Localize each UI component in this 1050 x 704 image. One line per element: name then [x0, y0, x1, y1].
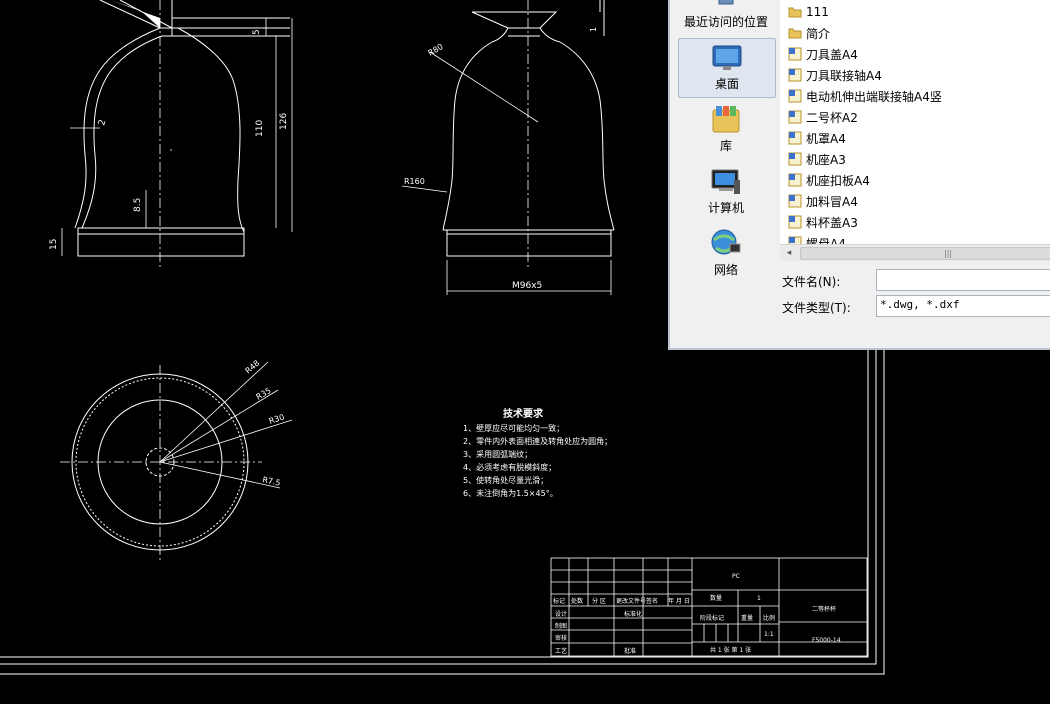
tb-weight: 重量: [741, 614, 753, 622]
tb-rev-h3: 更改文件号: [616, 597, 646, 605]
dwg-file-icon: [788, 68, 802, 82]
network-icon: [711, 229, 741, 255]
dwg-file-icon: [788, 47, 802, 61]
dim-r7-5: R7.5: [262, 475, 282, 488]
tech-item-1: 1、壁厚应尽可能均匀一致；: [463, 423, 564, 433]
computer-icon: [711, 169, 740, 194]
tb-rev-h2: 分 区: [592, 597, 606, 605]
dim-r160: R160: [404, 177, 425, 186]
scroll-left-arrow-icon[interactable]: ◂: [782, 245, 796, 261]
desktop-icon: [712, 45, 742, 70]
file-item[interactable]: 简介: [788, 23, 830, 43]
tb-part-name: 二等杯杯: [812, 605, 836, 613]
tech-item-6: 6、未注倒角为1.5×45°。: [463, 488, 558, 498]
folder-icon: [788, 7, 802, 18]
library-icon: [712, 106, 740, 133]
dwg-file-icon: [788, 236, 802, 244]
outside-view: [442, 0, 615, 257]
file-item[interactable]: 加料冒A4: [788, 191, 858, 211]
tb-qty-value: 1: [757, 595, 761, 602]
horizontal-scrollbar[interactable]: ◂ |||: [780, 244, 1050, 261]
file-item[interactable]: 机座扣板A4: [788, 170, 870, 190]
tb-role-craft: 工艺: [555, 647, 567, 655]
place-desktop[interactable]: 桌面: [678, 38, 776, 98]
dwg-file-icon: [788, 194, 802, 208]
file-item[interactable]: 111: [788, 2, 829, 22]
recent-places-icon: [718, 0, 734, 5]
dim-8-5: 8.5: [133, 198, 143, 212]
dim-110: 110: [255, 120, 265, 137]
tb-drawing-no: F5000-14: [812, 637, 841, 644]
tech-item-5: 5、使转角处尽量光滑；: [463, 475, 548, 485]
filename-input[interactable]: [876, 269, 1050, 291]
place-library[interactable]: 库: [678, 104, 774, 154]
file-item[interactable]: 刀具联接轴A4: [788, 65, 882, 85]
dim-r35: R35: [255, 386, 273, 402]
dim-r30: R30: [268, 412, 286, 425]
scroll-grip-icon: |||: [944, 249, 953, 258]
outside-dimensions: [401, 51, 612, 295]
tb-rev-h0: 标记: [553, 597, 565, 605]
dim-1: 1: [589, 27, 598, 32]
dim-15: 15: [49, 239, 59, 250]
folder-icon: [788, 28, 802, 39]
scrollbar-thumb[interactable]: |||: [800, 247, 1050, 260]
place-network-label: 网络: [713, 263, 738, 277]
tb-role-review: 审核: [555, 634, 567, 642]
place-computer-label: 计算机: [707, 201, 744, 215]
tb-scale: 1:1: [764, 631, 774, 638]
tb-stage: 阶段标记: [700, 614, 724, 622]
tb-rev-h5: 年 月 日: [668, 597, 690, 605]
tb-sheet: 共 1 张 第 1 张: [710, 646, 751, 654]
tb-material: PC: [732, 573, 740, 580]
file-item[interactable]: 机座A3: [788, 149, 846, 169]
tech-item-2: 2、零件内外表面相連及转角处应为圆角；: [463, 436, 612, 446]
tb-qty-label: 数量: [710, 594, 722, 602]
filename-label: 文件名(N):: [782, 275, 841, 289]
cad-workspace[interactable]: 5 126 110 2 8.5 15 R80 R160 1 M96x5 R48 …: [0, 0, 1050, 704]
tech-item-4: 4、必须考虑有脱模斜度；: [463, 462, 556, 472]
dim-r5: 5: [252, 29, 262, 35]
filetype-label: 文件类型(T):: [782, 301, 851, 315]
dwg-file-icon: [788, 173, 802, 187]
dwg-file-icon: [788, 89, 802, 103]
dwg-file-icon: [788, 110, 802, 124]
file-item[interactable]: 二号杯A2: [788, 107, 858, 127]
dim-2: 2: [97, 119, 108, 127]
dwg-file-icon: [788, 152, 802, 166]
tb-rev-h1: 处数: [571, 597, 583, 605]
place-network[interactable]: 网络: [678, 228, 774, 278]
file-item[interactable]: 螺母A4: [788, 233, 846, 244]
tb-role-design: 设计: [555, 610, 567, 618]
tb-std: 标准化: [624, 610, 642, 618]
file-item[interactable]: 料杯盖A3: [788, 212, 858, 232]
dim-r48: R48: [244, 359, 262, 376]
place-recent[interactable]: 最近访问的位置: [678, 0, 774, 30]
place-desktop-label: 桌面: [714, 77, 739, 91]
dwg-file-icon: [788, 215, 802, 229]
tb-role-draw: 制图: [555, 622, 567, 630]
place-recent-label: 最近访问的位置: [683, 15, 768, 29]
tech-title: 技术要求: [503, 407, 544, 420]
dim-m96: M96x5: [512, 281, 542, 291]
place-library-label: 库: [719, 139, 732, 153]
place-computer[interactable]: 计算机: [678, 166, 774, 216]
places-bar: 最近访问的位置 桌面 库 计算机 网络: [670, 0, 780, 277]
tb-ratio: 比例: [763, 614, 775, 622]
tech-item-3: 3、采用圆弧端纹；: [463, 449, 532, 459]
open-file-dialog: 最近访问的位置 桌面 库 计算机 网络 111 简介 刀具盖A4 刀具联接轴A4…: [668, 0, 1050, 350]
dwg-file-icon: [788, 131, 802, 145]
dim-126: 126: [279, 113, 289, 130]
file-list[interactable]: 111 简介 刀具盖A4 刀具联接轴A4 电动机伸出端联接轴A4竖 二号杯A2: [780, 0, 1050, 244]
filetype-value: *.dwg, *.dxf: [880, 298, 960, 311]
file-item[interactable]: 刀具盖A4: [788, 44, 858, 64]
border-outer: [0, 350, 885, 675]
file-item[interactable]: 机罩A4: [788, 128, 846, 148]
file-item[interactable]: 电动机伸出端联接轴A4竖: [788, 86, 942, 106]
filetype-select[interactable]: *.dwg, *.dxf: [876, 295, 1050, 317]
section-hatch: [110, 0, 160, 28]
tb-rev-h4: 签名: [646, 597, 658, 605]
tb-approve: 批准: [624, 647, 636, 655]
